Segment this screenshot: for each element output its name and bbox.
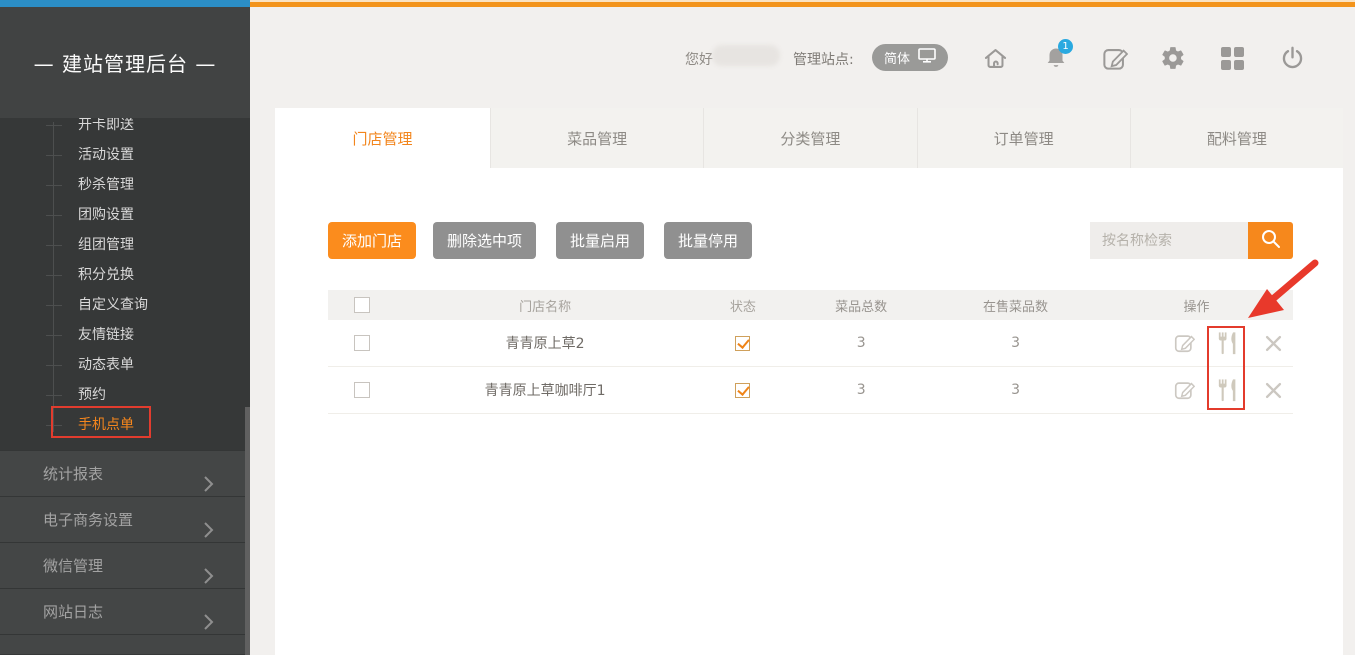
- dish-total-value: 3: [791, 382, 931, 398]
- sidebar-section-site-log[interactable]: 网站日志: [0, 588, 250, 634]
- sidebar-item-custom-query[interactable]: 自定义查询: [0, 290, 250, 320]
- section-label: 微信管理: [43, 557, 103, 575]
- row-checkbox[interactable]: [354, 382, 370, 398]
- username-blurred: [712, 45, 780, 66]
- fork-knife-menu-icon[interactable]: [1217, 331, 1241, 355]
- select-all-checkbox[interactable]: [354, 297, 370, 313]
- greeting-label: 您好: [685, 49, 713, 69]
- section-label: 电子商务设置: [43, 511, 133, 529]
- site-label: 管理站点:: [793, 49, 854, 69]
- store-name: 青青原上草咖啡厅1: [396, 380, 695, 400]
- row-checkbox[interactable]: [354, 335, 370, 351]
- apps-grid-icon[interactable]: [1218, 44, 1246, 72]
- col-header-onsale: 在售菜品数: [931, 296, 1100, 315]
- search-button[interactable]: [1248, 222, 1293, 259]
- sidebar-section-ecommerce[interactable]: 电子商务设置: [0, 496, 250, 542]
- delete-selected-button[interactable]: 删除选中项: [433, 222, 536, 259]
- search-input[interactable]: [1090, 222, 1248, 259]
- sidebar-scrollbar[interactable]: [245, 407, 250, 655]
- sidebar-section-stats[interactable]: 统计报表: [0, 450, 250, 496]
- sidebar-header: — 建站管理后台 —: [0, 7, 250, 118]
- dish-total-value: 3: [791, 335, 931, 351]
- col-header-total: 菜品总数: [791, 296, 931, 315]
- tab-ingredient-management[interactable]: 配料管理: [1130, 108, 1343, 168]
- table-header-row: 门店名称 状态 菜品总数 在售菜品数 操作: [328, 290, 1293, 320]
- col-header-status: 状态: [695, 296, 792, 315]
- fork-knife-menu-icon[interactable]: [1217, 378, 1241, 402]
- sidebar-item-points[interactable]: 积分兑换: [0, 260, 250, 290]
- main-panel: 门店管理 菜品管理 分类管理 订单管理 配料管理 添加门店 删除选中项 批量启用…: [275, 108, 1343, 655]
- tab-order-management[interactable]: 订单管理: [917, 108, 1130, 168]
- batch-disable-button[interactable]: 批量停用: [664, 222, 752, 259]
- section-label: 网站日志: [43, 603, 103, 621]
- notification-bell-icon[interactable]: 1: [1042, 44, 1070, 72]
- tab-bar: 门店管理 菜品管理 分类管理 订单管理 配料管理: [275, 108, 1343, 168]
- sidebar-item-links[interactable]: 友情链接: [0, 320, 250, 350]
- sidebar-section-partial: [0, 634, 250, 654]
- search-box: [1090, 222, 1293, 259]
- batch-enable-button[interactable]: 批量启用: [556, 222, 644, 259]
- sidebar-section-wechat[interactable]: 微信管理: [0, 542, 250, 588]
- sidebar-sections: 统计报表 电子商务设置 微信管理 网站日志: [0, 450, 250, 654]
- sidebar-item-mobile-order[interactable]: 手机点单: [0, 410, 250, 440]
- sidebar-item-group-manage[interactable]: 组团管理: [0, 230, 250, 260]
- col-header-name: 门店名称: [396, 296, 695, 315]
- notification-badge: 1: [1058, 39, 1073, 54]
- sidebar: — 建站管理后台 — 开卡即送 活动设置 秒杀管理 团购设置 组团管理 积分兑换…: [0, 7, 250, 655]
- sidebar-item-reservation[interactable]: 预约: [0, 380, 250, 410]
- app-title: — 建站管理后台 —: [0, 7, 250, 118]
- sidebar-item-activity[interactable]: 活动设置: [0, 140, 250, 170]
- select-all-cell: [328, 297, 396, 313]
- sidebar-menu: 开卡即送 活动设置 秒杀管理 团购设置 组团管理 积分兑换 自定义查询 友情链接…: [0, 110, 250, 440]
- delete-x-icon[interactable]: [1262, 378, 1286, 402]
- settings-gear-icon[interactable]: [1159, 44, 1187, 72]
- sidebar-item-flash-sale[interactable]: 秒杀管理: [0, 170, 250, 200]
- col-header-actions: 操作: [1100, 296, 1293, 315]
- table-row: 青青原上草咖啡厅1 3 3: [328, 367, 1293, 414]
- search-icon: [1259, 227, 1283, 254]
- top-strip-blue: [0, 0, 250, 7]
- add-store-button[interactable]: 添加门店: [328, 222, 416, 259]
- store-table: 门店名称 状态 菜品总数 在售菜品数 操作 青青原上草2 3 3: [328, 290, 1293, 414]
- store-name: 青青原上草2: [396, 333, 695, 353]
- dish-onsale-value: 3: [931, 382, 1100, 398]
- top-strip-orange: [250, 0, 1355, 7]
- edit-store-icon[interactable]: [1172, 331, 1196, 355]
- sidebar-item-group-buy[interactable]: 团购设置: [0, 200, 250, 230]
- section-label: 统计报表: [43, 465, 103, 483]
- tab-category-management[interactable]: 分类管理: [703, 108, 916, 168]
- table-row: 青青原上草2 3 3: [328, 320, 1293, 367]
- home-icon[interactable]: [981, 44, 1009, 72]
- monitor-icon: [918, 48, 936, 67]
- power-logout-icon[interactable]: [1278, 44, 1306, 72]
- status-checkbox-checked[interactable]: [735, 336, 750, 351]
- tab-dish-management[interactable]: 菜品管理: [490, 108, 703, 168]
- tab-store-management[interactable]: 门店管理: [275, 108, 490, 168]
- app-window: — 建站管理后台 — 开卡即送 活动设置 秒杀管理 团购设置 组团管理 积分兑换…: [0, 0, 1355, 655]
- delete-x-icon[interactable]: [1262, 331, 1286, 355]
- edit-store-icon[interactable]: [1172, 378, 1196, 402]
- edit-compose-icon[interactable]: [1100, 44, 1128, 72]
- dish-onsale-value: 3: [931, 335, 1100, 351]
- language-label: 简体: [884, 48, 910, 67]
- language-site-button[interactable]: 简体: [872, 44, 948, 71]
- status-checkbox-checked[interactable]: [735, 383, 750, 398]
- toolbar: 添加门店 删除选中项 批量启用 批量停用: [328, 222, 1293, 259]
- sidebar-item-dynamic-form[interactable]: 动态表单: [0, 350, 250, 380]
